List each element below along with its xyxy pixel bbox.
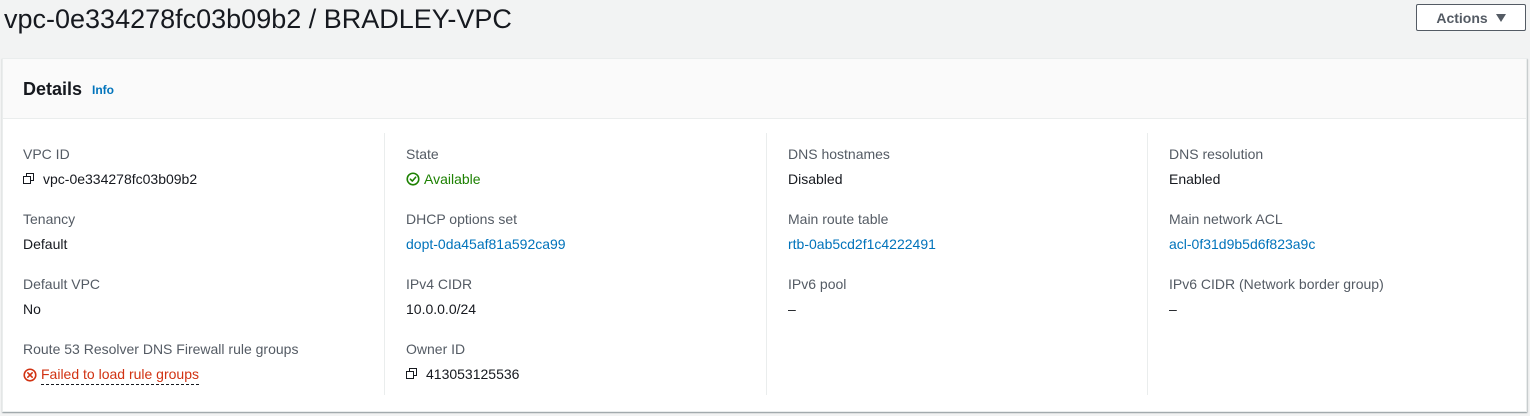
vpc-id-value: vpc-0e334278fc03b09b2 xyxy=(43,171,198,187)
field-dns-hostnames: DNS hostnames Disabled xyxy=(788,145,890,188)
ipv6-cidr-value: – xyxy=(1169,301,1177,317)
field-label: IPv6 CIDR (Network border group) xyxy=(1169,276,1384,292)
check-circle-icon xyxy=(406,172,420,186)
field-label: DHCP options set xyxy=(406,211,518,227)
dns-resolution-value: Enabled xyxy=(1169,171,1221,187)
field-label: IPv6 pool xyxy=(788,276,847,292)
field-label: Owner ID xyxy=(406,341,466,357)
details-panel: Details Info VPC ID vpc-0e334278fc03b09b… xyxy=(2,58,1527,412)
tenancy-value: Default xyxy=(23,236,68,252)
field-tenancy: Tenancy Default xyxy=(23,210,75,253)
field-owner-id: Owner ID 413053125536 xyxy=(406,340,519,383)
field-label: DNS resolution xyxy=(1169,146,1264,162)
field-ipv6-pool: IPv6 pool – xyxy=(788,275,846,318)
field-ipv4-cidr: IPv4 CIDR 10.0.0.0/24 xyxy=(406,275,476,318)
field-main-network-acl: Main network ACL acl-0f31d9b5d6f823a9c xyxy=(1169,210,1315,253)
actions-button[interactable]: Actions xyxy=(1416,4,1526,31)
field-value-row: Available xyxy=(406,170,481,188)
field-label: Route 53 Resolver DNS Firewall rule grou… xyxy=(23,341,299,357)
details-panel-header: Details Info xyxy=(3,59,1526,119)
field-label: Main network ACL xyxy=(1169,211,1283,227)
main-network-acl-link[interactable]: acl-0f31d9b5d6f823a9c xyxy=(1169,235,1315,253)
field-main-route-table: Main route table rtb-0ab5cd2f1c4222491 xyxy=(788,210,936,253)
info-link[interactable]: Info xyxy=(92,83,114,97)
field-dns-firewall-rule-groups: Route 53 Resolver DNS Firewall rule grou… xyxy=(23,340,298,385)
field-label: Tenancy xyxy=(23,211,76,227)
field-state: State Available xyxy=(406,145,481,188)
page-title: vpc-0e334278fc03b09b2 / BRADLEY-VPC xyxy=(4,4,512,34)
details-title: Details xyxy=(23,79,83,99)
field-dhcp-options-set: DHCP options set dopt-0da45af81a592ca99 xyxy=(406,210,566,253)
field-label: State xyxy=(406,146,439,162)
dhcp-options-link[interactable]: dopt-0da45af81a592ca99 xyxy=(406,235,566,253)
field-vpc-id: VPC ID vpc-0e334278fc03b09b2 xyxy=(23,145,197,188)
main-route-table-link[interactable]: rtb-0ab5cd2f1c4222491 xyxy=(788,235,936,253)
copy-icon[interactable] xyxy=(406,367,418,380)
caret-down-icon xyxy=(1495,14,1506,22)
dns-hostnames-value: Disabled xyxy=(788,171,843,187)
ipv6-pool-value: – xyxy=(788,301,796,317)
state-value: Available xyxy=(424,171,481,187)
actions-button-label: Actions xyxy=(1436,9,1488,26)
field-label: IPv4 CIDR xyxy=(406,276,473,292)
x-circle-icon xyxy=(23,368,37,382)
details-column-4: DNS resolution Enabled Main network ACL … xyxy=(1147,133,1518,395)
details-column-3: DNS hostnames Disabled Main route table … xyxy=(766,133,1147,395)
details-column-2: State Available DHCP options set dopt-0d… xyxy=(384,133,765,395)
field-value-row: 413053125536 xyxy=(406,365,519,383)
field-ipv6-cidr: IPv6 CIDR (Network border group) – xyxy=(1169,275,1384,318)
ipv4-cidr-value: 10.0.0.0/24 xyxy=(406,301,477,317)
field-label: Main route table xyxy=(788,211,889,227)
owner-id-value: 413053125536 xyxy=(426,366,520,382)
field-dns-resolution: DNS resolution Enabled xyxy=(1169,145,1263,188)
field-label: VPC ID xyxy=(23,146,70,162)
field-label: DNS hostnames xyxy=(788,146,890,162)
copy-icon[interactable] xyxy=(23,172,35,185)
field-label: Default VPC xyxy=(23,276,101,292)
field-value-row: vpc-0e334278fc03b09b2 xyxy=(23,170,197,188)
failed-to-load-rule-groups[interactable]: Failed to load rule groups xyxy=(41,365,199,385)
default-vpc-value: No xyxy=(23,301,41,317)
field-value-row: Failed to load rule groups xyxy=(23,365,298,385)
details-column-1: VPC ID vpc-0e334278fc03b09b2 Tenancy Def… xyxy=(23,133,383,395)
field-default-vpc: Default VPC No xyxy=(23,275,100,318)
